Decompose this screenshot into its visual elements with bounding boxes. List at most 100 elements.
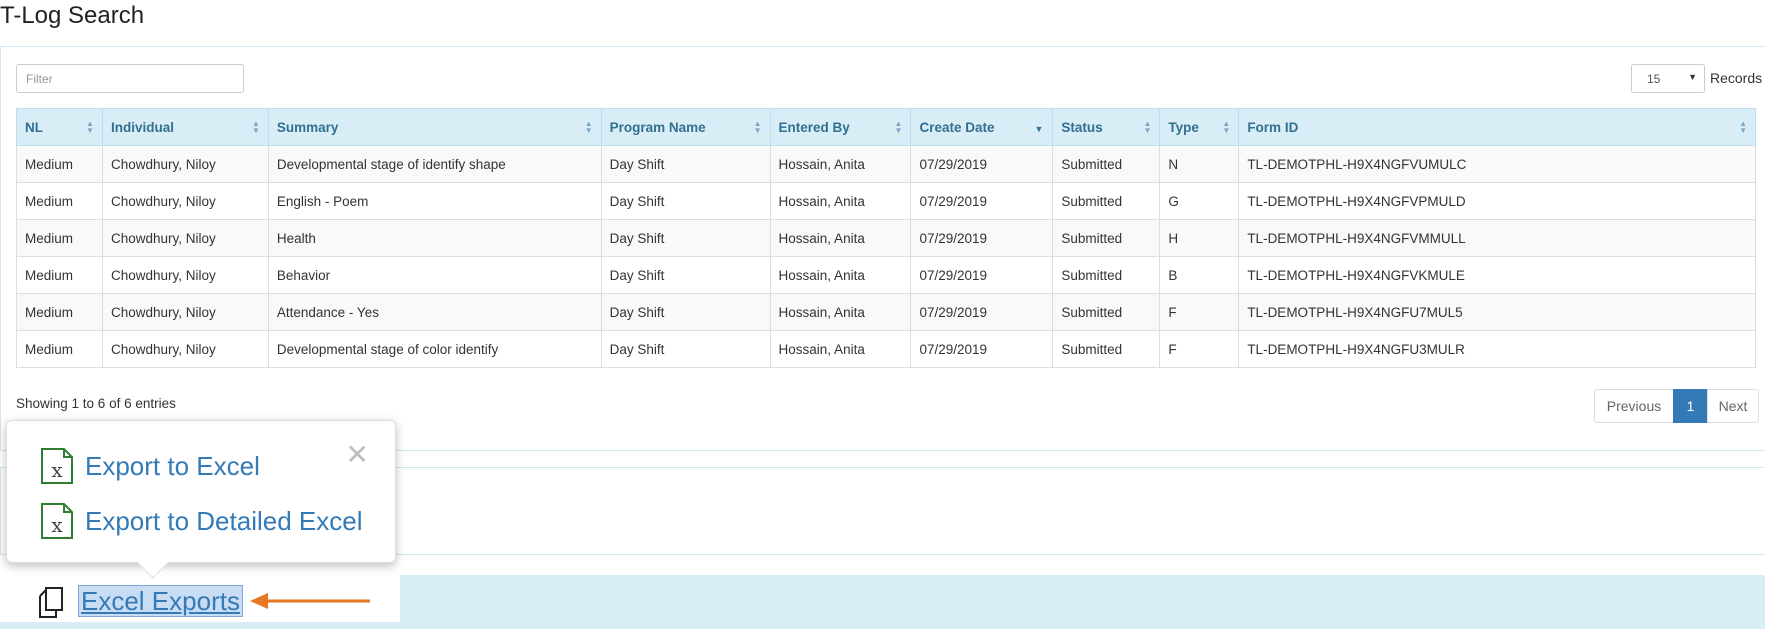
cell-type: B [1159,256,1240,294]
sort-icon: ▲ ▼ [251,119,260,135]
cell-nl: Medium [16,182,103,220]
cell-individual: Chowdhury, Niloy [101,293,269,331]
records-per-page-select[interactable]: 15 ▼ [1631,64,1705,93]
export-to-detailed-excel-label: Export to Detailed Excel [85,505,363,536]
excel-file-icon: x [41,503,73,539]
cell-summary: Health [267,219,602,257]
cell-type: F [1159,330,1240,368]
export-to-excel-label: Export to Excel [85,450,260,481]
cell-program-name: Day Shift [600,330,771,368]
page-1-button[interactable]: 1 [1673,389,1708,423]
records-label: Records [1710,70,1763,86]
popover-pointer [137,547,169,579]
table-row[interactable]: Medium Chowdhury, Niloy Health Day Shift… [16,219,1756,257]
cell-type: G [1159,182,1240,220]
cell-nl: Medium [16,145,103,183]
excel-exports-link[interactable]: Excel Exports [78,585,243,617]
tlog-table: NL ▲ ▼ Individual ▲ ▼ Summary ▲ ▼ Program Name… [16,108,1756,368]
cell-form-id: TL-DEMOTPHL-H9X4NGFVMMULL [1238,219,1756,257]
column-header-type[interactable]: Type ▲ ▼ [1159,108,1240,146]
cell-summary: English - Poem [267,182,602,220]
table-row[interactable]: Medium Chowdhury, Niloy Behavior Day Shi… [16,256,1756,294]
table-row[interactable]: Medium Chowdhury, Niloy Developmental st… [16,145,1756,183]
cell-program-name: Day Shift [600,182,771,220]
cell-entered-by: Hossain, Anita [769,330,912,368]
svg-text:x: x [51,458,63,482]
column-header-program-name[interactable]: Program Name ▲ ▼ [600,108,771,146]
table-row[interactable]: Medium Chowdhury, Niloy Attendance - Yes… [16,293,1756,331]
cell-type: F [1159,293,1240,331]
cell-create-date: 07/29/2019 [910,256,1054,294]
export-popover: x Export to Excel x Export to Detailed E… [6,420,396,579]
excel-file-icon: x [41,448,73,484]
sort-icon: ▲ ▼ [1143,119,1152,135]
column-header-create-date[interactable]: Create Date ▼ [910,108,1054,146]
column-header-individual[interactable]: Individual ▲ ▼ [101,108,269,146]
chevron-down-icon: ▼ [1688,72,1697,82]
cell-status: Submitted [1052,330,1161,368]
cell-individual: Chowdhury, Niloy [101,182,269,220]
sort-descending-icon: ▼ [1034,124,1044,134]
cell-summary: Developmental stage of color identify [267,330,602,368]
cell-form-id: TL-DEMOTPHL-H9X4NGFVKMULE [1238,256,1756,294]
close-icon[interactable]: ✕ [346,441,369,469]
column-header-nl[interactable]: NL ▲ ▼ [16,108,103,146]
cell-form-id: TL-DEMOTPHL-H9X4NGFU3MULR [1238,330,1756,368]
cell-status: Submitted [1052,219,1161,257]
sort-icon: ▲ ▼ [1222,119,1231,135]
cell-status: Submitted [1052,293,1161,331]
cell-type: N [1159,145,1240,183]
cell-entered-by: Hossain, Anita [769,182,912,220]
cell-create-date: 07/29/2019 [910,219,1054,257]
next-page-button[interactable]: Next [1707,389,1759,423]
export-to-excel-option[interactable]: x Export to Excel [40,447,260,485]
cell-form-id: TL-DEMOTPHL-H9X4NGFU7MUL5 [1238,293,1756,331]
cell-summary: Behavior [267,256,602,294]
cell-status: Submitted [1052,145,1161,183]
export-to-detailed-excel-option[interactable]: x Export to Detailed Excel [40,502,362,540]
sort-icon: ▲ ▼ [753,119,762,135]
cell-program-name: Day Shift [600,219,771,257]
cell-nl: Medium [16,219,103,257]
cell-program-name: Day Shift [600,256,771,294]
cell-entered-by: Hossain, Anita [769,256,912,294]
filter-input[interactable] [16,64,244,93]
column-header-form-id[interactable]: Form ID ▲ ▼ [1238,108,1756,146]
records-per-page-value: 15 [1647,72,1661,86]
cell-entered-by: Hossain, Anita [769,293,912,331]
column-header-summary[interactable]: Summary ▲ ▼ [267,108,602,146]
column-header-entered-by[interactable]: Entered By ▲ ▼ [769,108,912,146]
copy-icon[interactable] [30,584,66,620]
cell-create-date: 07/29/2019 [910,330,1054,368]
sort-icon: ▲ ▼ [86,119,94,135]
previous-page-button[interactable]: Previous [1594,389,1674,423]
arrow-left-icon [250,593,370,609]
cell-entered-by: Hossain, Anita [769,145,912,183]
entries-summary: Showing 1 to 6 of 6 entries [16,396,176,411]
cell-individual: Chowdhury, Niloy [101,145,269,183]
sort-icon: ▲ ▼ [894,119,903,135]
svg-text:x: x [51,513,63,537]
table-row[interactable]: Medium Chowdhury, Niloy English - Poem D… [16,182,1756,220]
cell-individual: Chowdhury, Niloy [101,256,269,294]
cell-program-name: Day Shift [600,145,771,183]
sort-icon: ▲ ▼ [1739,119,1747,135]
cell-nl: Medium [16,330,103,368]
cell-summary: Attendance - Yes [267,293,602,331]
cell-create-date: 07/29/2019 [910,145,1054,183]
cell-status: Submitted [1052,182,1161,220]
cell-nl: Medium [16,293,103,331]
table-row[interactable]: Medium Chowdhury, Niloy Developmental st… [16,330,1756,368]
column-header-status[interactable]: Status ▲ ▼ [1052,108,1161,146]
sort-icon: ▲ ▼ [584,119,593,135]
cell-individual: Chowdhury, Niloy [101,219,269,257]
table-header-row: NL ▲ ▼ Individual ▲ ▼ Summary ▲ ▼ Program Name… [16,108,1756,146]
cell-form-id: TL-DEMOTPHL-H9X4NGFVUMULC [1238,145,1756,183]
cell-form-id: TL-DEMOTPHL-H9X4NGFVPMULD [1238,182,1756,220]
cell-individual: Chowdhury, Niloy [101,330,269,368]
cell-status: Submitted [1052,256,1161,294]
cell-type: H [1159,219,1240,257]
cell-create-date: 07/29/2019 [910,293,1054,331]
cell-summary: Developmental stage of identify shape [267,145,602,183]
page-title: T-Log Search [0,2,145,29]
